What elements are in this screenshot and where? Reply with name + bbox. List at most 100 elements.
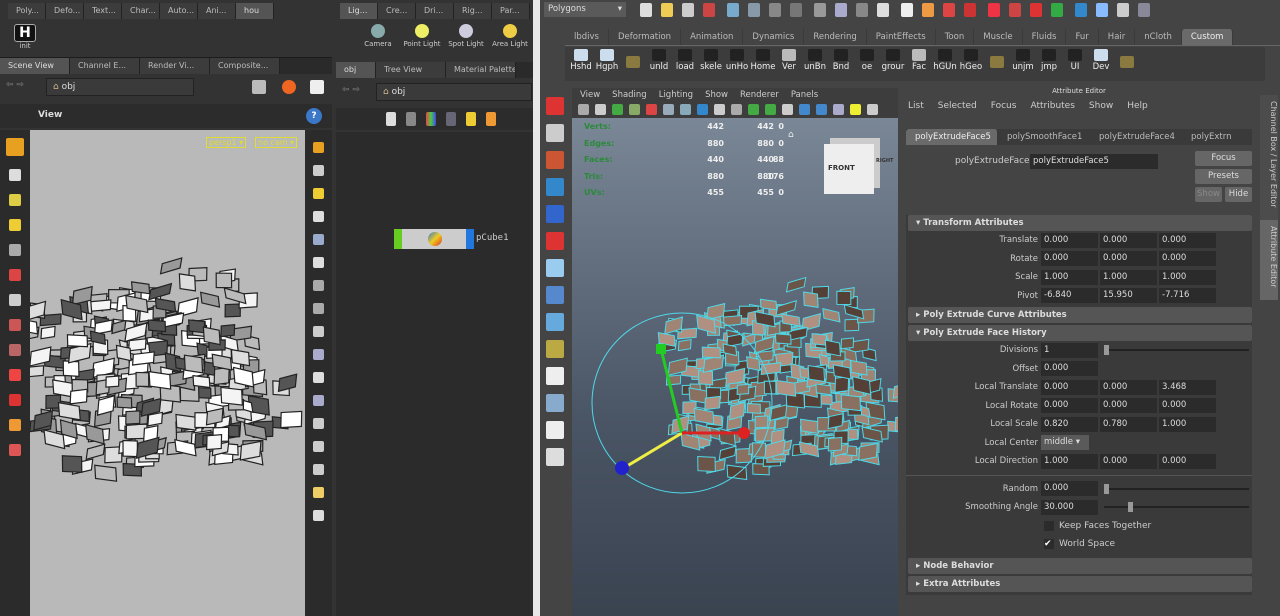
- shelf-button[interactable]: load: [672, 47, 698, 72]
- shelf-button[interactable]: oe: [854, 47, 880, 72]
- status-line-icon[interactable]: [790, 3, 802, 17]
- shelf-button[interactable]: [984, 54, 1010, 69]
- shelf-tab[interactable]: Par...: [492, 3, 530, 19]
- world-space-checkbox[interactable]: ✔: [1044, 539, 1054, 550]
- panel-tool-icon[interactable]: [714, 104, 725, 115]
- tool-icon[interactable]: [6, 138, 24, 156]
- shelf-tab[interactable]: Muscle: [974, 29, 1023, 45]
- shelf-tab[interactable]: Animation: [681, 29, 744, 45]
- z-axis[interactable]: [626, 431, 683, 468]
- attr-field[interactable]: 0.780: [1100, 416, 1157, 432]
- shelf-button[interactable]: Fac: [906, 47, 932, 72]
- network-editor[interactable]: pCube1: [336, 132, 533, 616]
- status-line-icon[interactable]: [769, 3, 781, 17]
- help-icon[interactable]: ?: [306, 108, 322, 124]
- pane-tab[interactable]: Channel E...: [70, 58, 140, 74]
- focus-button[interactable]: Focus: [1195, 151, 1252, 166]
- status-line-icon[interactable]: [748, 3, 760, 17]
- shelf-tab[interactable]: Char...: [122, 3, 160, 19]
- tool-icon[interactable]: [9, 369, 21, 381]
- shelf-button[interactable]: grour: [880, 47, 906, 72]
- side-tab-attribute-editor[interactable]: Attribute Editor: [1260, 220, 1278, 300]
- panel-menu-lighting[interactable]: Lighting: [659, 90, 693, 100]
- status-line-icon[interactable]: [1030, 3, 1042, 17]
- tool-icon[interactable]: [546, 394, 564, 412]
- attr-field[interactable]: -7.716: [1159, 288, 1216, 304]
- divisions-slider[interactable]: [1104, 345, 1249, 356]
- shelf-tab[interactable]: Auto...: [160, 3, 198, 19]
- status-line-icon[interactable]: [814, 3, 826, 17]
- panel-tool-icon[interactable]: [765, 104, 776, 115]
- tool-icon[interactable]: [546, 340, 564, 358]
- tool-icon[interactable]: [546, 421, 564, 439]
- shelf-tab[interactable]: Rig...: [454, 3, 492, 19]
- panel-menu-renderer[interactable]: Renderer: [740, 90, 779, 100]
- panel-tool-icon[interactable]: [731, 104, 742, 115]
- ae-menu-list[interactable]: List: [908, 101, 924, 111]
- light-tool-0[interactable]: Camera: [356, 22, 400, 48]
- tool-icon[interactable]: [9, 319, 21, 331]
- tool-icon[interactable]: [9, 169, 21, 181]
- maya-viewport[interactable]: Verts: 442 442 0 Edges: 880 880 0 Faces: 440 440 88…: [572, 118, 898, 616]
- attr-field[interactable]: 1.000: [1041, 453, 1098, 469]
- status-line-icon[interactable]: [727, 3, 739, 17]
- pane-tab[interactable]: Composite...: [210, 58, 280, 74]
- pane-tab[interactable]: obj: [336, 62, 376, 78]
- light-tool-1[interactable]: Point Light: [400, 22, 444, 48]
- palette-icon[interactable]: [426, 112, 436, 126]
- tool-icon[interactable]: [313, 188, 324, 199]
- status-line-icon[interactable]: [964, 3, 976, 17]
- tool-icon[interactable]: [9, 344, 21, 356]
- tool-icon[interactable]: [9, 194, 21, 206]
- random-field[interactable]: 0.000: [1041, 481, 1098, 497]
- tool-icon[interactable]: [313, 349, 324, 360]
- keep-faces-row[interactable]: Keep Faces Together: [906, 517, 1252, 536]
- panel-tool-icon[interactable]: [629, 104, 640, 115]
- attr-field[interactable]: 1.000: [1159, 269, 1216, 285]
- menu-set-dropdown[interactable]: Polygons ▾: [544, 2, 626, 17]
- x-handle[interactable]: [738, 427, 750, 439]
- status-line-icon[interactable]: [640, 3, 652, 17]
- shelf-button[interactable]: unjm: [1010, 47, 1036, 72]
- shelf-tab[interactable]: Ani...: [198, 3, 236, 19]
- attr-field[interactable]: 0.000: [1100, 379, 1157, 395]
- network-box-icon[interactable]: [486, 112, 496, 126]
- tool-icon[interactable]: [313, 326, 324, 337]
- ae-node-tab[interactable]: polyExtrn: [1182, 129, 1232, 145]
- section-node-behavior[interactable]: ▸ Node Behavior: [908, 557, 1252, 574]
- light-tool-3[interactable]: Area Light: [488, 22, 532, 48]
- tool-icon[interactable]: [313, 395, 324, 406]
- tool-icon[interactable]: [313, 211, 324, 222]
- show-button[interactable]: Show: [1195, 187, 1222, 202]
- attr-field[interactable]: 0.000: [1041, 379, 1098, 395]
- shelf-button[interactable]: [620, 54, 646, 69]
- shelf-tab[interactable]: Fur: [1066, 29, 1099, 45]
- shelf-tab[interactable]: Lig...: [340, 3, 378, 19]
- node-pcube1[interactable]: [394, 229, 474, 249]
- random-slider[interactable]: [1104, 483, 1249, 494]
- shelf-button[interactable]: unHo: [724, 47, 750, 72]
- panel-tool-icon[interactable]: [816, 104, 827, 115]
- tool-icon[interactable]: [313, 441, 324, 452]
- pane-tab[interactable]: Scene View: [0, 58, 70, 74]
- section-extra[interactable]: ▸ Extra Attributes: [908, 575, 1252, 592]
- smoothing-field[interactable]: 30.000: [1041, 499, 1098, 515]
- tool-icon[interactable]: [546, 286, 564, 304]
- panel-tool-icon[interactable]: [850, 104, 861, 115]
- node-name-field[interactable]: polyExtrudeFace5: [1030, 154, 1158, 169]
- panel-menu-show[interactable]: Show: [705, 90, 728, 100]
- keep-faces-checkbox[interactable]: [1044, 520, 1054, 531]
- attr-field[interactable]: 1.000: [1159, 416, 1216, 432]
- section-transform[interactable]: ▾ Transform Attributes: [908, 215, 1252, 231]
- tool-icon[interactable]: [546, 313, 564, 331]
- world-space-row[interactable]: ✔ World Space: [906, 535, 1252, 554]
- shaded-cube-icon[interactable]: [252, 80, 266, 94]
- shelf-tab[interactable]: Dri...: [416, 3, 454, 19]
- status-line-icon[interactable]: [901, 3, 913, 17]
- shelf-tab[interactable]: hou: [236, 3, 274, 19]
- attr-field[interactable]: 1.000: [1041, 269, 1098, 285]
- attr-field[interactable]: 0.000: [1041, 232, 1098, 248]
- attr-field[interactable]: 0.000: [1159, 453, 1216, 469]
- panel-tool-icon[interactable]: [646, 104, 657, 115]
- shelf-button[interactable]: unBn: [802, 47, 828, 72]
